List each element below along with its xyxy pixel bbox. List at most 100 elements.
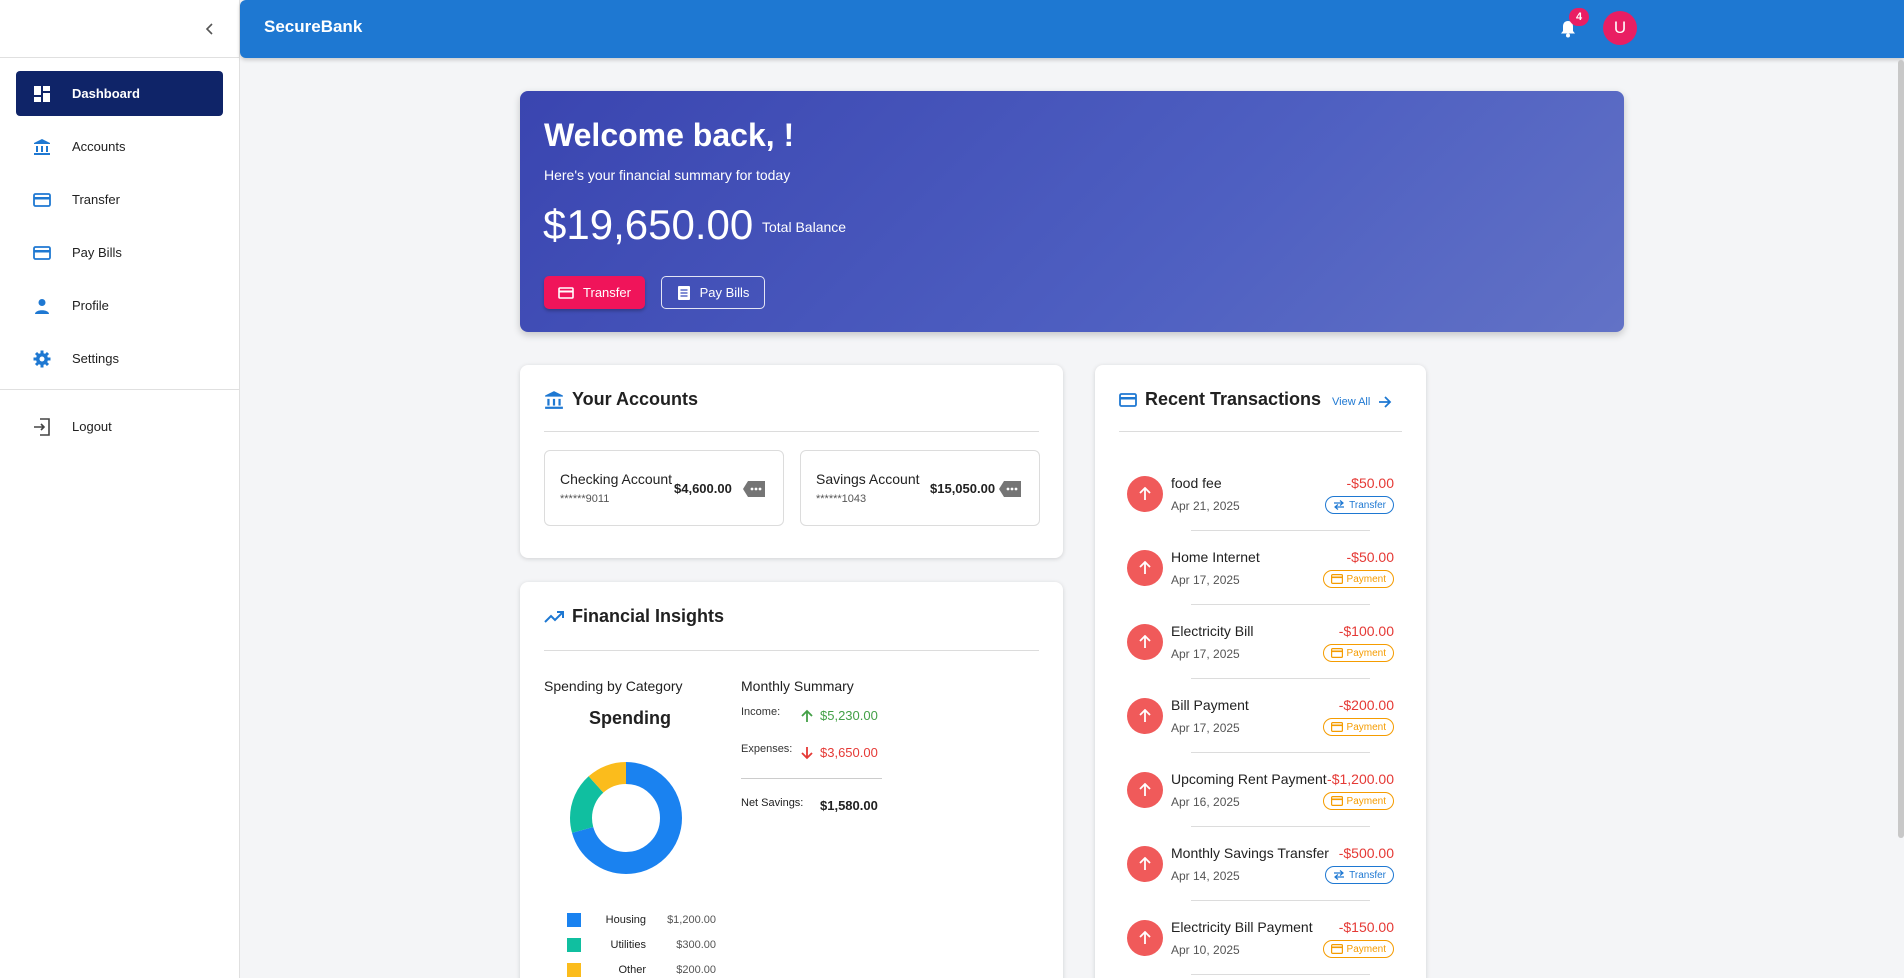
legend-label: Utilities xyxy=(610,939,646,951)
transaction-row[interactable]: Electricity Bill Payment Apr 10, 2025 -$… xyxy=(1095,901,1426,975)
transaction-row[interactable]: Monthly Savings Transfer Apr 14, 2025 -$… xyxy=(1095,827,1426,901)
outgoing-arrow-icon xyxy=(1127,624,1163,660)
sidebar-item-pay-bills[interactable]: Pay Bills xyxy=(16,230,223,275)
account-card-checking[interactable]: Checking Account ******9011 $4,600.00 xyxy=(544,450,784,526)
transaction-name: Home Internet xyxy=(1171,549,1260,565)
brand-title: SecureBank xyxy=(264,17,363,36)
transaction-type-badge: Payment xyxy=(1322,718,1394,736)
pay-bills-button[interactable]: Pay Bills xyxy=(661,276,765,309)
transaction-name: food fee xyxy=(1171,475,1222,491)
sidebar-item-accounts[interactable]: Accounts xyxy=(16,124,223,169)
sidebar-item-dashboard[interactable]: Dashboard xyxy=(16,71,223,116)
legend-item-utilities: Utilities $300.00 xyxy=(567,937,727,953)
outgoing-arrow-icon xyxy=(1127,846,1163,882)
transaction-name: Bill Payment xyxy=(1171,697,1249,713)
transaction-row[interactable]: Electricity Bill Apr 17, 2025 -$100.00 P… xyxy=(1095,605,1426,679)
more-options-icon[interactable] xyxy=(743,481,765,497)
bank-icon xyxy=(32,137,52,157)
transfer-button[interactable]: Transfer xyxy=(544,276,645,309)
transaction-row[interactable]: Bill Payment Apr 17, 2025 -$200.00 Payme… xyxy=(1095,679,1426,753)
notification-badge: 4 xyxy=(1569,8,1589,26)
income-value: $5,230.00 xyxy=(820,708,878,723)
page-title: Welcome back, ! xyxy=(544,117,795,153)
legend-value: $200.00 xyxy=(676,964,716,976)
outgoing-arrow-icon xyxy=(1127,920,1163,956)
sidebar-item-label: Dashboard xyxy=(72,86,140,101)
net-savings-value: $1,580.00 xyxy=(820,798,878,813)
transaction-row[interactable]: Upcoming Rent Payment Apr 16, 2025 -$1,2… xyxy=(1095,753,1426,827)
arrow-up-icon xyxy=(801,709,813,722)
credit-card-icon xyxy=(558,286,574,299)
sidebar-item-settings[interactable]: Settings xyxy=(16,336,223,381)
top-app-bar: SecureBank xyxy=(240,0,1904,58)
transaction-name: Electricity Bill xyxy=(1171,623,1254,639)
legend-swatch xyxy=(567,938,581,952)
transaction-type-badge: Payment xyxy=(1322,940,1394,958)
dashboard-icon xyxy=(32,84,52,104)
divider xyxy=(544,650,1039,651)
badge-label: Payment xyxy=(1346,795,1386,807)
transaction-type-badge: Transfer xyxy=(1325,496,1394,514)
accounts-card-title: Your Accounts xyxy=(572,389,699,409)
transaction-date: Apr 14, 2025 xyxy=(1171,869,1240,883)
welcome-subtitle: Here's your financial summary for today xyxy=(544,167,791,183)
more-options-icon[interactable] xyxy=(999,481,1021,497)
transaction-amount: -$150.00 xyxy=(1338,919,1394,935)
outgoing-arrow-icon xyxy=(1127,772,1163,808)
transaction-type-badge: Payment xyxy=(1322,644,1394,662)
sidebar-header xyxy=(0,0,239,58)
gear-icon xyxy=(32,349,52,369)
badge-label: Transfer xyxy=(1349,499,1386,511)
divider xyxy=(741,778,882,779)
swap-icon xyxy=(1334,500,1345,510)
transaction-row[interactable]: food fee Apr 21, 2025 -$50.00 Transfer xyxy=(1095,457,1426,531)
page-scrollbar[interactable] xyxy=(1898,60,1904,838)
account-name: Savings Account xyxy=(816,471,920,487)
legend-swatch xyxy=(567,963,581,977)
transaction-type-badge: Payment xyxy=(1322,570,1394,588)
recent-transactions-card: Recent Transactions View All food fee Ap… xyxy=(1095,365,1426,978)
pay-bills-button-label: Pay Bills xyxy=(699,285,750,300)
account-balance: $4,600.00 xyxy=(674,481,732,496)
sidebar-item-label: Pay Bills xyxy=(72,245,122,260)
credit-card-icon xyxy=(1330,944,1343,954)
outgoing-arrow-icon xyxy=(1127,476,1163,512)
transaction-date: Apr 17, 2025 xyxy=(1171,647,1240,661)
transaction-date: Apr 16, 2025 xyxy=(1171,795,1240,809)
insights-card-header: Financial Insights xyxy=(544,606,724,627)
transactions-card-header: Recent Transactions xyxy=(1119,389,1321,410)
logout-icon xyxy=(32,417,52,437)
expenses-value: $3,650.00 xyxy=(820,745,878,760)
person-icon xyxy=(32,296,52,316)
income-label: Income: xyxy=(741,706,781,718)
transfer-button-label: Transfer xyxy=(583,285,631,300)
receipt-icon xyxy=(677,285,690,300)
credit-card-icon xyxy=(32,190,52,210)
legend-swatch xyxy=(567,913,581,927)
arrow-down-icon xyxy=(801,747,813,760)
collapse-sidebar-button[interactable] xyxy=(199,18,221,40)
sidebar-item-profile[interactable]: Profile xyxy=(16,283,223,328)
transaction-date: Apr 21, 2025 xyxy=(1171,499,1240,513)
transaction-amount: -$500.00 xyxy=(1338,845,1394,861)
sidebar-item-label: Settings xyxy=(72,351,119,366)
credit-card-icon xyxy=(1330,648,1343,658)
transaction-name: Electricity Bill Payment xyxy=(1171,919,1313,935)
account-balance: $15,050.00 xyxy=(930,481,996,496)
legend-value: $300.00 xyxy=(676,939,716,951)
expenses-label: Expenses: xyxy=(741,743,793,755)
avatar[interactable]: U xyxy=(1603,11,1637,45)
account-card-savings[interactable]: Savings Account ******1043 $15,050.00 xyxy=(800,450,1040,526)
chevron-left-icon xyxy=(205,23,213,35)
total-balance-value: $19,650.00 xyxy=(543,201,754,248)
monthly-summary-title: Monthly Summary xyxy=(741,678,854,694)
view-all-link[interactable]: View All xyxy=(1332,396,1392,408)
accounts-card-header: Your Accounts xyxy=(544,389,698,410)
view-all-label: View All xyxy=(1332,396,1371,408)
sidebar-item-transfer[interactable]: Transfer xyxy=(16,177,223,222)
sidebar-item-logout[interactable]: Logout xyxy=(16,404,223,449)
credit-card-icon xyxy=(32,243,52,263)
transaction-row[interactable]: Home Internet Apr 17, 2025 -$50.00 Payme… xyxy=(1095,531,1426,605)
transaction-amount: -$1,200.00 xyxy=(1327,771,1394,787)
transaction-name: Monthly Savings Transfer xyxy=(1171,845,1329,861)
